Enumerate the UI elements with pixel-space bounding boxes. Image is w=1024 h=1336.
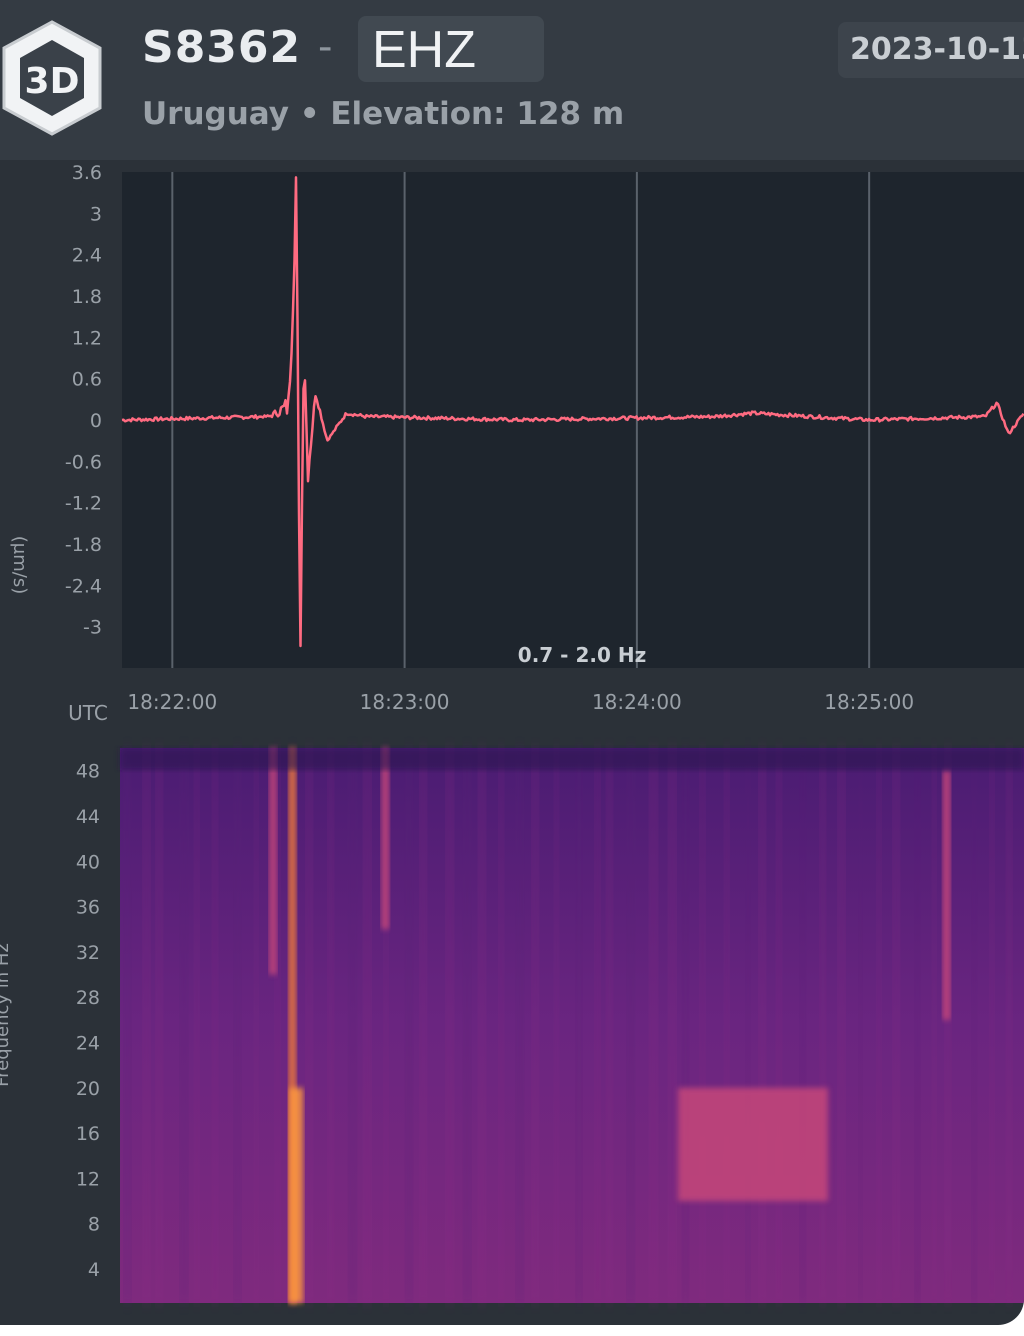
spectrogram-y-tick-label: 32 — [76, 942, 100, 964]
spectrogram-energy-band — [678, 1087, 829, 1202]
waveform-y-tick-label: 1.2 — [72, 327, 102, 349]
spectrogram-streak — [194, 748, 200, 1303]
spectrogram-streak — [143, 748, 150, 1303]
spectrogram-streak — [254, 748, 259, 1303]
station-subtitle: Uruguay • Elevation: 128 m — [142, 96, 625, 132]
station-card: 3D S8362 - EHZ 2023-10-13 Uruguay • Elev… — [0, 0, 1024, 1325]
spectrogram-streak — [306, 748, 313, 1303]
spectrogram-y-ticks: 48 44 40 36 32 28 24 20 16 12 8 4 — [76, 761, 100, 1281]
date-selector[interactable]: 2023-10-13 — [838, 22, 1024, 78]
spectrogram-streak — [554, 748, 559, 1303]
waveform-x-ticks: 18:22:00 18:23:00 18:24:00 18:25:00 — [127, 690, 914, 714]
waveform-x-tick-label: 18:22:00 — [127, 690, 217, 714]
spectrogram-streak — [799, 748, 806, 1303]
spectrogram-streak — [405, 748, 413, 1303]
waveform-y-tick-label: -1.8 — [65, 534, 102, 556]
waveform-y-tick-label: 2.4 — [72, 245, 102, 267]
spectrogram-chart: 48 44 40 36 32 28 24 20 16 12 8 4 Frequency in Hz — [0, 748, 1024, 1303]
waveform-y-axis-label: (μm/s) — [9, 536, 30, 594]
spectrogram-streak — [606, 748, 613, 1303]
spectrogram-energy-band — [381, 748, 390, 930]
waveform-x-tick-label: 18:25:00 — [824, 690, 914, 714]
waveform-y-tick-label: 1.8 — [72, 286, 102, 308]
spectrogram-streak — [478, 748, 486, 1303]
spectrogram-y-axis-label: Frequency in Hz — [0, 943, 13, 1087]
waveform-y-tick-label: 3 — [90, 203, 102, 225]
spectrogram-energy-band — [942, 770, 951, 1020]
spectrogram-streak — [932, 748, 937, 1303]
spectrogram-y-tick-label: 44 — [76, 806, 100, 828]
channel-selector[interactable]: EHZ — [358, 16, 544, 82]
waveform-y-ticks: 3.6 3 2.4 1.8 1.2 0.6 0 -0.6 -1.2 -1.8 -2.4 -3 — [65, 162, 102, 639]
filter-label: 0.7 - 2.0 Hz — [518, 643, 646, 667]
spectrogram-streak — [758, 748, 766, 1303]
spectrogram-streak — [699, 748, 706, 1303]
waveform-y-tick-label: -3 — [83, 617, 102, 639]
spectrogram-y-tick-label: 48 — [76, 761, 100, 783]
spectrogram-y-tick-label: 36 — [76, 897, 100, 919]
channel-label: EHZ — [372, 21, 476, 79]
spectrogram-y-tick-label: 16 — [76, 1123, 100, 1145]
spectrogram-streak — [532, 748, 539, 1303]
spectrogram-streak — [627, 748, 635, 1303]
waveform-x-tick-label: 18:24:00 — [592, 690, 682, 714]
spectrogram-streak — [776, 748, 782, 1303]
spectrogram-streak — [594, 748, 601, 1303]
3d-logo-icon[interactable]: 3D — [0, 16, 104, 140]
spectrogram-streak — [419, 748, 427, 1303]
spectrogram-streak — [971, 748, 977, 1303]
spectrogram-streak — [498, 748, 504, 1303]
waveform-y-tick-label: -1.2 — [65, 493, 102, 515]
waveform-y-tick-label: -2.4 — [65, 575, 102, 597]
seismogram-charts: 3.6 3 2.4 1.8 1.2 0.6 0 -0.6 -1.2 -1.8 -2.4 -3 (μm/… — [0, 162, 1024, 1303]
title-separator: - — [318, 24, 333, 70]
spectrogram-streak — [515, 748, 524, 1303]
spectrogram-streak — [155, 748, 163, 1303]
spectrogram-streak — [893, 748, 900, 1303]
spectrogram-energy-band — [268, 748, 277, 975]
spectrogram-streak — [724, 748, 730, 1303]
spectrogram-streak — [682, 748, 689, 1303]
spectrogram-streak — [649, 748, 658, 1303]
spectrogram-streak — [989, 748, 995, 1303]
spectrogram-streak — [212, 748, 218, 1303]
waveform-y-tick-label: 0.6 — [72, 369, 102, 391]
spectrogram-streak — [837, 748, 845, 1303]
station-header: 3D S8362 - EHZ 2023-10-13 Uruguay • Elev… — [0, 0, 1024, 160]
spectrogram-streak — [876, 748, 882, 1303]
spectrogram-streak — [180, 748, 189, 1303]
spectrogram-streak — [463, 748, 471, 1303]
spectrogram-streak — [327, 748, 334, 1303]
spectrogram-top-band — [120, 748, 1024, 770]
spectrogram-streak — [858, 748, 863, 1303]
station-id: S8362 — [142, 22, 302, 73]
waveform-x-tick-label: 18:23:00 — [360, 690, 450, 714]
spectrogram-y-tick-label: 28 — [76, 987, 100, 1009]
date-label: 2023-10-13 — [850, 32, 1024, 67]
spectrogram-streak — [1006, 748, 1013, 1303]
spectrogram-energy-band — [289, 1087, 304, 1303]
spectrogram-streak — [668, 748, 677, 1303]
waveform-y-tick-label: 0 — [90, 410, 102, 432]
spectrogram-streak — [363, 748, 372, 1303]
spectrogram-y-tick-label: 24 — [76, 1032, 100, 1054]
spectrogram-y-tick-label: 12 — [76, 1168, 100, 1190]
spectrogram-streak — [576, 748, 583, 1303]
waveform-y-tick-label: 3.6 — [72, 162, 102, 184]
spectrogram-streak — [820, 748, 826, 1303]
logo-text: 3D — [25, 61, 80, 102]
spectrogram-streak — [914, 748, 921, 1303]
timezone-label: UTC — [68, 701, 108, 725]
spectrogram-streak — [234, 748, 242, 1303]
spectrogram-y-tick-label: 8 — [88, 1214, 100, 1236]
spectrogram-y-tick-label: 20 — [76, 1078, 100, 1100]
waveform-y-tick-label: -0.6 — [65, 451, 102, 473]
spectrogram-streak — [123, 748, 132, 1303]
waveform-chart: 3.6 3 2.4 1.8 1.2 0.6 0 -0.6 -1.2 -1.8 -2.4 -3 (μm/… — [9, 162, 1024, 725]
spectrogram-streak — [745, 748, 751, 1303]
spectrogram-streak — [446, 748, 454, 1303]
spectrogram-y-tick-label: 40 — [76, 851, 100, 873]
spectrogram-streak — [348, 748, 357, 1303]
spectrogram-y-tick-label: 4 — [88, 1259, 100, 1281]
